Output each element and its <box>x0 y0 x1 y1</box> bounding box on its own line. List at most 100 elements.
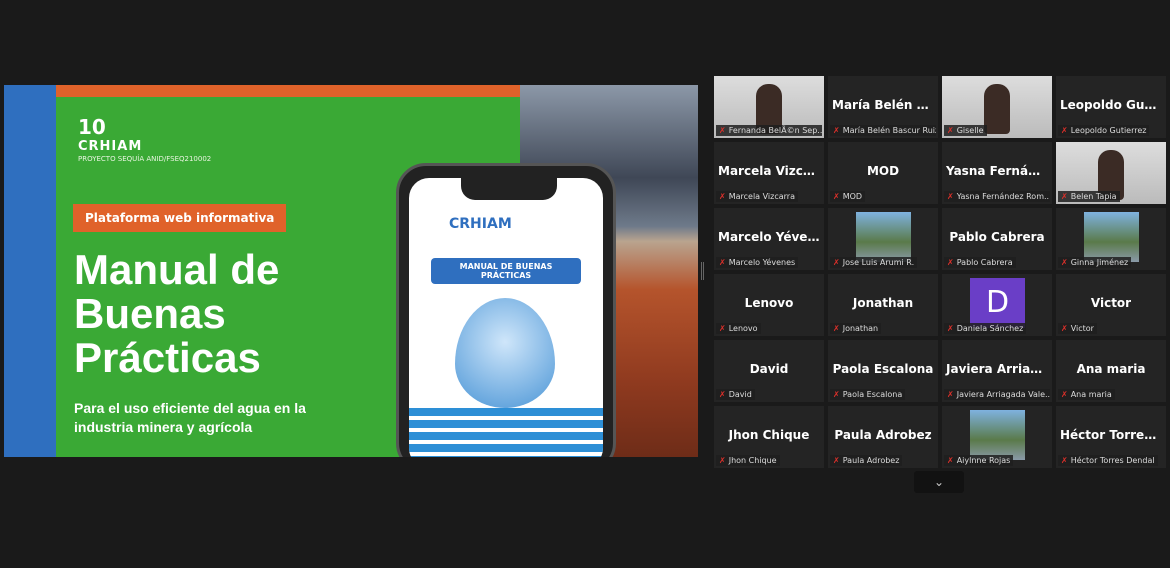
split-resize-handle[interactable] <box>701 262 704 280</box>
participant-display-name: Pablo Cabrera <box>949 230 1045 244</box>
participant-name-label: ✗ Victor <box>1058 323 1097 334</box>
muted-mic-icon: ✗ <box>1061 456 1068 465</box>
participant-display-name: MOD <box>866 164 900 178</box>
participant-name-label: ✗ Paula Adrobez <box>830 455 903 466</box>
muted-mic-icon: ✗ <box>1061 258 1068 267</box>
participant-tile[interactable]: Paula Adrobez ✗ Paula Adrobez <box>828 406 938 468</box>
participant-display-name: Jhon Chique <box>728 428 810 442</box>
participant-name: Pablo Cabrera <box>956 258 1013 267</box>
participant-tile[interactable]: ✗ Aiylnne Rojas <box>942 406 1052 468</box>
waves-graphic <box>409 408 603 457</box>
participant-name: Daniela Sánchez <box>956 324 1024 333</box>
participant-name-label: ✗ Marcelo Yévenes <box>716 257 799 268</box>
participant-display-name: Paola Escalona <box>832 362 934 376</box>
participant-name: Ana maria <box>1070 390 1112 399</box>
participant-tile[interactable]: D ✗ Daniela Sánchez <box>942 274 1052 336</box>
platform-badge: Plataforma web informativa <box>73 204 287 232</box>
participant-tile[interactable]: Héctor Torres D... ✗Héctor Torres Dendal <box>1056 406 1166 468</box>
participant-display-name: Victor <box>1090 296 1132 310</box>
participant-name-label: ✗ Héctor Torres Dendal <box>1058 455 1158 466</box>
participant-name: Yasna Fernández Rom... <box>956 192 1050 201</box>
participant-display-name: Héctor Torres D... <box>1060 428 1166 442</box>
participant-name-label: ✗ Aiylnne Rojas <box>944 455 1014 466</box>
participant-display-name: Marcelo Yévenes <box>718 230 824 244</box>
participant-name: Aiylnne Rojas <box>956 456 1011 465</box>
muted-mic-icon: ✗ <box>1061 192 1068 201</box>
participant-tile[interactable]: Yasna Fernánde... ✗Yasna Fernández Rom... <box>942 142 1052 204</box>
participant-tile[interactable]: Javiera Arriaga... ✗ Javiera Arriagada Val… <box>942 340 1052 402</box>
phone-mockup: CRHIAM MANUAL DE BUENAS PRÁCTICAS <box>396 163 616 457</box>
participant-name-label: ✗ David <box>716 389 755 400</box>
muted-mic-icon: ✗ <box>719 390 726 399</box>
muted-mic-icon: ✗ <box>947 390 954 399</box>
muted-mic-icon: ✗ <box>1061 390 1068 399</box>
participant-tile[interactable]: Ana maria ✗ Ana maria <box>1056 340 1166 402</box>
phone-screen: CRHIAM MANUAL DE BUENAS PRÁCTICAS <box>409 178 603 457</box>
participant-display-name: David <box>749 362 789 376</box>
participant-tile[interactable]: Marcela Vizcarra ✗ Marcela Vizcarra <box>714 142 824 204</box>
phone-logo: CRHIAM <box>449 216 512 232</box>
participant-name-label: ✗ Paola Escalona <box>830 389 906 400</box>
logo-name: CRHIAM <box>78 139 143 154</box>
muted-mic-icon: ✗ <box>947 258 954 267</box>
crhiam-logo: 10 CRHIAM <box>78 115 142 154</box>
participant-name: Jonathan <box>842 324 879 333</box>
muted-mic-icon: ✗ <box>833 390 840 399</box>
muted-mic-icon: ✗ <box>833 192 840 201</box>
project-code: PROYECTO SEQUÍA ANID/FSEQ210002 <box>78 155 212 163</box>
phone-notch <box>461 178 557 200</box>
participant-tile[interactable]: Paola Escalona ✗ Paola Escalona <box>828 340 938 402</box>
muted-mic-icon: ✗ <box>947 192 954 201</box>
slide-title: Manual de Buenas Prácticas <box>74 246 280 381</box>
participant-name-label: ✗ Yasna Fernández Rom... <box>944 191 1050 202</box>
participant-name-label: ✗ Pablo Cabrera <box>944 257 1016 268</box>
participant-display-name: Ana maria <box>1076 362 1146 376</box>
participant-tile[interactable]: Leopoldo Gutie... ✗ Leopoldo Gutierrez <box>1056 76 1166 138</box>
participant-name: Paula Adrobez <box>842 456 900 465</box>
participant-tile[interactable]: Pablo Cabrera ✗ Pablo Cabrera <box>942 208 1052 270</box>
participant-name: Ginna Jiménez <box>1070 258 1129 267</box>
participant-tile[interactable]: Jonathan ✗ Jonathan <box>828 274 938 336</box>
phone-banner: MANUAL DE BUENAS PRÁCTICAS <box>431 258 581 284</box>
logo-ten: 10 <box>78 115 106 139</box>
participant-gallery: ✗Fernanda BelÃ©n Sep... María Belén Bas..… <box>714 76 1166 468</box>
participant-tile[interactable]: MOD ✗ MOD <box>828 142 938 204</box>
participant-tile[interactable]: Lenovo ✗ Lenovo <box>714 274 824 336</box>
muted-mic-icon: ✗ <box>833 324 840 333</box>
participant-name: David <box>728 390 752 399</box>
participant-tile[interactable]: María Belén Bas... ✗María Belén Bascur Ru… <box>828 76 938 138</box>
chevron-down-icon: ⌄ <box>933 475 945 489</box>
shared-screen-slide: 10 CRHIAM PROYECTO SEQUÍA ANID/FSEQ210002… <box>4 85 698 457</box>
participant-tile[interactable]: Marcelo Yévenes ✗ Marcelo Yévenes <box>714 208 824 270</box>
participant-tile[interactable]: ✗ Ginna Jiménez <box>1056 208 1166 270</box>
muted-mic-icon: ✗ <box>947 456 954 465</box>
water-drop-icon <box>455 298 555 408</box>
participant-name-label: ✗ Lenovo <box>716 323 761 334</box>
participant-display-name: Paula Adrobez <box>834 428 932 442</box>
participant-name: María Belén Bascur Ruiz <box>842 126 936 135</box>
next-page-button[interactable]: ⌄ <box>914 471 964 493</box>
participant-name-label: ✗ Fernanda BelÃ©n Sep... <box>716 125 822 136</box>
participant-name: Belen Tapia <box>1070 192 1117 201</box>
participant-tile[interactable]: ✗ Jose Luis Arumi R. <box>828 208 938 270</box>
participant-name: Victor <box>1070 324 1094 333</box>
participant-tile[interactable]: ✗ Belen Tapia <box>1056 142 1166 204</box>
participant-tile[interactable]: Jhon Chique ✗ Jhon Chique <box>714 406 824 468</box>
participant-name-label: ✗ Jonathan <box>830 323 882 334</box>
participant-name: Jose Luis Arumi R. <box>842 258 915 267</box>
participant-display-name: Javiera Arriaga... <box>946 362 1052 376</box>
muted-mic-icon: ✗ <box>1061 126 1068 135</box>
participant-tile[interactable]: ✗ Fernanda BelÃ©n Sep... <box>714 76 824 138</box>
participant-display-name: Jonathan <box>852 296 914 310</box>
participant-name-label: ✗ Javiera Arriagada Vale... <box>944 389 1050 400</box>
participant-tile[interactable]: David ✗ David <box>714 340 824 402</box>
participant-name-label: ✗ Jose Luis Arumi R. <box>830 257 918 268</box>
participant-name-label: ✗ Ana maria <box>1058 389 1115 400</box>
participant-name-label: ✗ Ginna Jiménez <box>1058 257 1132 268</box>
profile-picture <box>1084 212 1139 262</box>
participant-name: Leopoldo Gutierrez <box>1070 126 1147 135</box>
muted-mic-icon: ✗ <box>719 456 726 465</box>
participant-tile[interactable]: ✗ Giselle <box>942 76 1052 138</box>
participant-tile[interactable]: Victor ✗ Victor <box>1056 274 1166 336</box>
profile-picture <box>856 212 911 262</box>
